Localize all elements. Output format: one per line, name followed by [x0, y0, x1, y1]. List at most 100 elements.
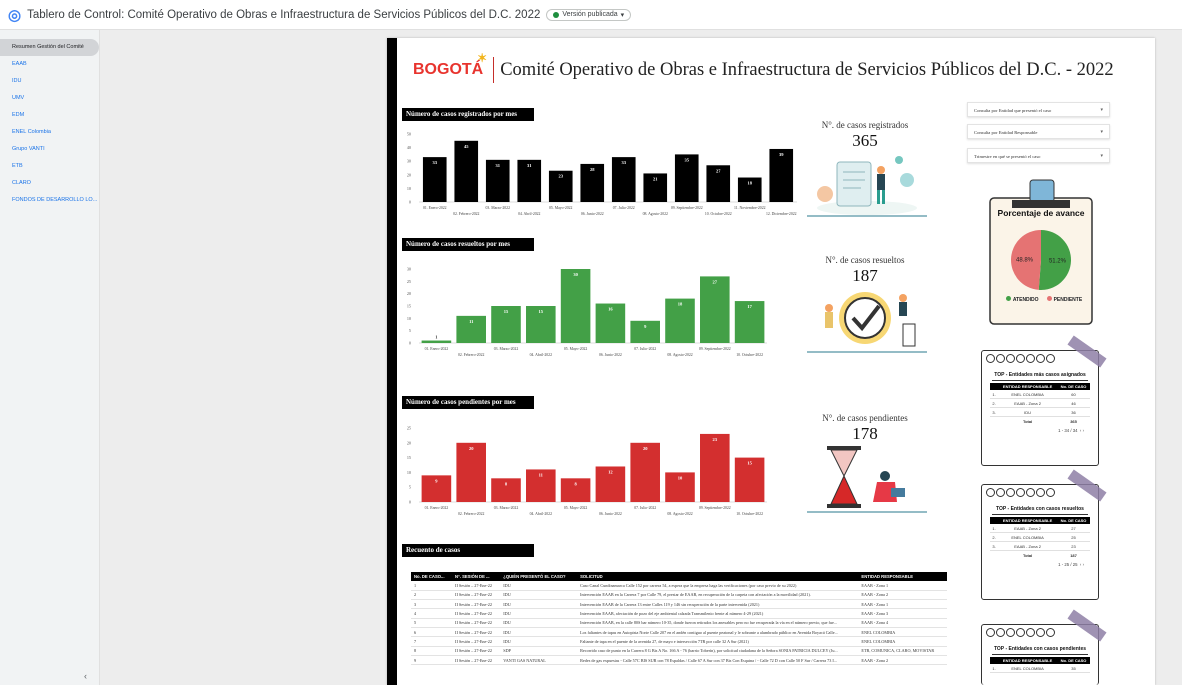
table-cell: EAAB - Zona 4: [858, 618, 947, 629]
table-row[interactable]: 1. EAAB - Zona 2 27: [990, 524, 1090, 533]
table-row[interactable]: 8 II Sesión – 27-Ene-22 SDP Recorrido caso …: [411, 646, 947, 656]
table-cell: 27: [1057, 524, 1090, 533]
table-row[interactable]: 1. ENEL COLOMBIA 35: [990, 664, 1090, 673]
table-cell: EAAB - Zona 1: [858, 581, 947, 591]
chevron-left-icon[interactable]: ‹: [84, 671, 87, 681]
y-tick-label: 10: [407, 186, 411, 191]
x-tick-label: 07. Julio-2022: [634, 347, 656, 351]
table-row[interactable]: 7 II Sesión – 27-Ene-22 IDU Faltante de tap…: [411, 636, 947, 647]
y-tick-label: 50: [407, 132, 411, 137]
bar-data-label: 16: [608, 307, 613, 312]
kpi-resueltos-label: N°. de casos resueltos: [825, 255, 905, 265]
table-row[interactable]: 3 II Sesión – 27-Ene-22 IDU Intervención EA…: [411, 599, 947, 610]
col-index: [990, 517, 999, 524]
bar-data-label: 30: [573, 272, 578, 277]
y-tick-label: 15: [407, 304, 411, 309]
top-card-table: ENTIDAD RESPONSABLE No. DE CASO 1. EAAB - Z…: [990, 517, 1090, 559]
col-index: [990, 657, 999, 664]
x-tick-label: 03. Marzo-2022: [494, 347, 519, 351]
avance-legend: ATENDIDO PENDIENTE: [994, 296, 1094, 303]
y-tick-label: 40: [407, 145, 411, 150]
sidebar-item-2[interactable]: IDU: [0, 73, 99, 90]
chevron-right-icon[interactable]: ›: [1083, 562, 1084, 567]
top-card-title: TOP - Entidades con casos pendientes: [993, 646, 1087, 652]
avance-pie-chart[interactable]: 51.2% 48.8%: [976, 178, 1106, 338]
pagination: 1 - 34 / 34 ‹ ›: [982, 425, 1098, 437]
sidebar-item-7[interactable]: ETB: [0, 158, 99, 175]
bar-data-label: 17: [747, 304, 752, 309]
bar-chart-pendientes[interactable]: 0510152025901. Enero-20222002. Febrero-2…: [401, 422, 771, 528]
filter-entidad-responsable[interactable]: Consulta por Entidad Responsable ▾: [967, 124, 1110, 139]
table-row[interactable]: 2 II Sesión – 27-Ene-22 IDU Intervención EA…: [411, 590, 947, 601]
table-row[interactable]: 2. EAAB - Zona 2 46: [990, 398, 1090, 408]
ring-icon: [1036, 354, 1045, 363]
looker-studio-logo-icon[interactable]: ◎: [8, 6, 21, 24]
top-card-title: TOP - Entidades con casos resueltos: [996, 506, 1084, 512]
table-cell: 6: [411, 627, 453, 638]
chevron-right-icon[interactable]: ›: [1083, 428, 1084, 433]
table-cell: II Sesión – 27-Ene-22: [452, 636, 501, 647]
sidebar-item-9[interactable]: FONDOS DE DESARROLLO LO...: [0, 192, 99, 209]
version-badge[interactable]: Versión publicada ▾: [546, 8, 632, 21]
bar-chart-resueltos[interactable]: 0 5 10 15 20 25 30 1 01. Enero-2022 11 02. Febrero…: [401, 263, 771, 369]
x-tick-label: 04. Abril-2022: [530, 353, 552, 357]
table-row[interactable]: 1 II Sesión – 27-Ene-22 IDU Caso Canal Cund…: [411, 581, 947, 591]
table-cell: 23: [1057, 541, 1090, 551]
sidebar-item-0[interactable]: Resumen Gestión del Comité: [0, 39, 99, 56]
divider: [992, 380, 1088, 381]
table-cell: 8: [411, 646, 453, 656]
chevron-left-icon[interactable]: ‹: [1080, 428, 1081, 433]
table-row[interactable]: 6 II Sesión – 27-Ene-22 IDU Los faltantes d…: [411, 627, 947, 638]
sidebar-item-6[interactable]: Grupo VANTI: [0, 141, 99, 158]
y-tick-label: 30: [407, 267, 411, 272]
table-cell: 3: [411, 599, 453, 610]
table-cell: 1.: [990, 664, 999, 673]
x-tick-label: 09. Septiembre-2022: [699, 506, 731, 510]
bar-data-label: 20: [643, 446, 648, 451]
table-cell: IDU: [500, 608, 578, 619]
table-cell: 3.: [990, 407, 999, 417]
bar-data-label: 39: [779, 152, 784, 157]
bar-data-label: 20: [469, 446, 474, 451]
ring-icon: [996, 488, 1005, 497]
table-row[interactable]: 2. ENEL COLOMBIA 25: [990, 532, 1090, 542]
filter-entidad-presento[interactable]: Consulta por Entidad que presentó el cas…: [967, 102, 1110, 117]
table-row[interactable]: 5 II Sesión – 27-Ene-22 IDU Intervención EA…: [411, 618, 947, 629]
sidebar-item-8[interactable]: CLARO: [0, 175, 99, 192]
pie-slice-label: 51.2%: [1049, 259, 1067, 265]
table-row[interactable]: 3. EAAB - Zona 2 23: [990, 541, 1090, 551]
table-cell: IDU: [500, 581, 578, 591]
chevron-left-icon[interactable]: ‹: [1080, 562, 1081, 567]
bar-chart-registrados[interactable]: 0 10 20 30 40 50 33 01. Enero-2022 45 02. Febrero…: [401, 128, 801, 228]
x-tick-label: 10. Octubre-2022: [736, 353, 763, 357]
sidebar-item-5[interactable]: ENEL Colombia: [0, 124, 99, 141]
y-tick-label: 25: [407, 279, 411, 284]
table-cell: II Sesión – 27-Ene-22: [452, 581, 501, 591]
table-cell: EAAB - Zona 2: [998, 398, 1058, 408]
column-header[interactable]: N°. SESIÓN DE ...: [452, 572, 501, 581]
ring-icon: [1046, 628, 1055, 637]
sidebar-item-1[interactable]: EAAB: [0, 56, 99, 73]
sidebar-item-3[interactable]: UMV: [0, 90, 99, 107]
table-row[interactable]: 9 II Sesión – 27-Ene-22 VANTI GAS NATURAL R…: [411, 655, 947, 666]
x-tick-label: 01. Enero-2022: [425, 347, 449, 351]
table-row[interactable]: 3. IDU 36: [990, 407, 1090, 417]
table-row[interactable]: 4 II Sesión – 27-Ene-22 IDU Intervención EA…: [411, 608, 947, 619]
column-header[interactable]: SOLICITUD: [577, 572, 859, 581]
column-header[interactable]: No. DE CASO...: [411, 572, 453, 581]
y-tick-label: 10: [407, 316, 411, 321]
hourglass-waiting-illustration: [807, 446, 927, 513]
sidebar-item-4[interactable]: EDM: [0, 107, 99, 124]
dashboard-title: Comité Operativo de Obras e Infraestruct…: [500, 59, 1114, 80]
chevron-down-icon: ▾: [1100, 130, 1103, 135]
table-row[interactable]: 1. ENEL COLOMBIA 60: [990, 390, 1090, 399]
column-header[interactable]: ENTIDAD RESPONSABLE: [858, 572, 947, 581]
column-header[interactable]: ¿QUIÉN PRESENTÓ EL CASO?: [500, 572, 578, 581]
chevron-down-icon: ▾: [1100, 154, 1103, 159]
ring-icon: [1026, 354, 1035, 363]
filter-trimestre[interactable]: Trimestre en qué se presentó el caso ▾: [967, 148, 1110, 163]
y-tick-label: 15: [407, 455, 411, 460]
x-tick-label: 05. Mayo-2022: [564, 347, 588, 351]
bar-data-label: 31: [496, 163, 501, 168]
ring-icon: [1036, 488, 1045, 497]
